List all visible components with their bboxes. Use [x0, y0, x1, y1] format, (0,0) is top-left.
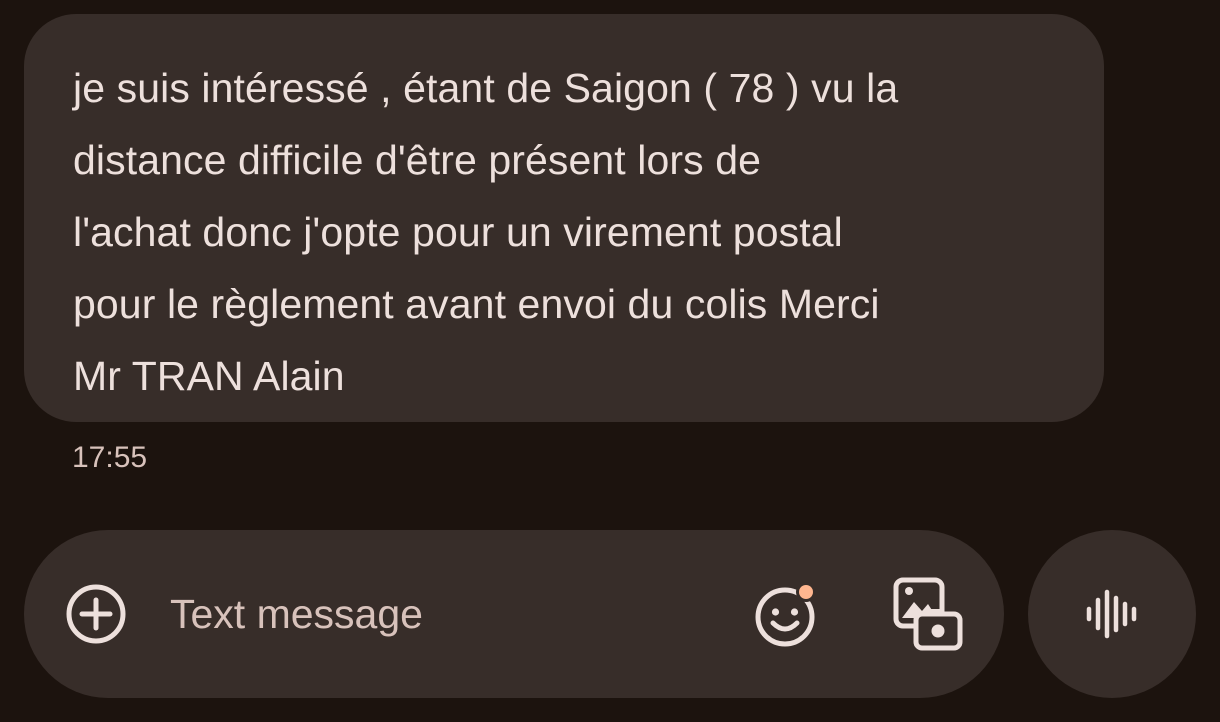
notification-dot [799, 585, 813, 599]
add-attachment-button[interactable] [60, 578, 132, 650]
message-composer [24, 530, 1004, 698]
emoji-icon [755, 582, 816, 647]
incoming-message-bubble[interactable]: je suis intéressé , étant de Saigon ( 78… [24, 14, 1104, 422]
emoji-button[interactable] [748, 576, 824, 652]
message-timestamp: 17:55 [72, 441, 148, 474]
message-text: je suis intéressé , étant de Saigon ( 78… [73, 65, 899, 399]
text-message-input[interactable] [170, 584, 730, 644]
gallery-icon [893, 577, 963, 651]
gallery-button[interactable] [886, 572, 970, 656]
voice-waveform-icon [1086, 589, 1137, 639]
add-circle-icon [66, 584, 126, 644]
voice-message-button[interactable] [1028, 530, 1196, 698]
